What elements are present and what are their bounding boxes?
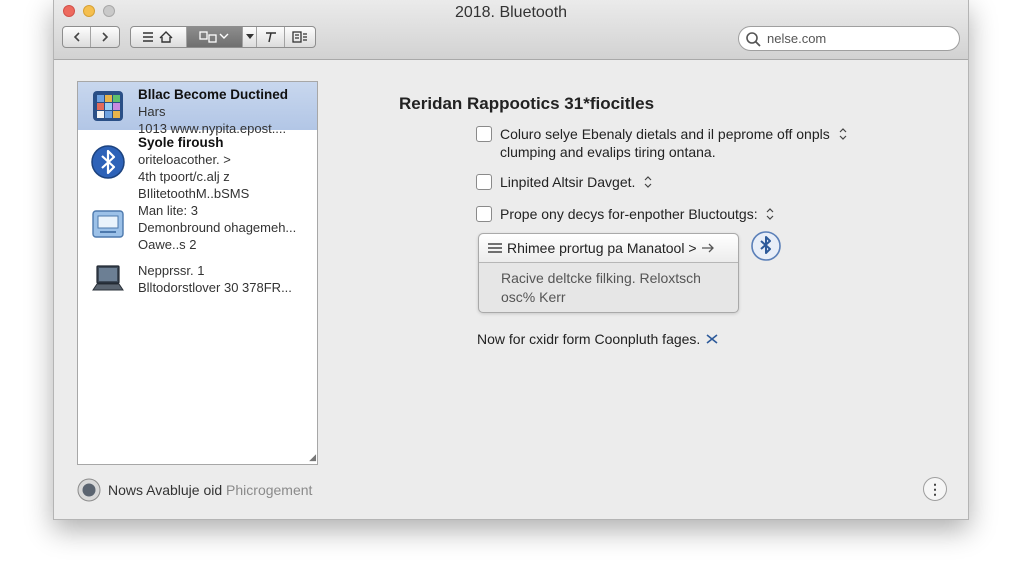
close-x-icon[interactable] — [704, 333, 720, 345]
option-3-checkbox[interactable] — [476, 206, 492, 222]
ellipsis-icon: ⋮ — [928, 480, 942, 497]
sidebar-item-app[interactable]: Bllac Become Ductined Hars 1013 www.nypi… — [78, 82, 317, 136]
option-1-text-line2: clumping and evalips tiring ontana. — [500, 144, 716, 160]
sidebar-item-laptop[interactable]: Nepprssr. 1 Blltodorstlover 30 378FR... — [78, 258, 317, 318]
more-options-button[interactable]: ⋮ — [923, 477, 947, 501]
option-row-3: Prope ony decys for-enpother Bluctoutgs: — [476, 205, 775, 223]
sidebar-item-subtitle: Demonbround ohagemeh... — [138, 220, 297, 235]
view-segmented-control — [130, 26, 316, 48]
search-field[interactable] — [738, 26, 960, 51]
footer-note: Now for cxidr form Coonpluth fages. — [477, 331, 720, 347]
sidebar-item-subtitle: Hars — [138, 104, 166, 119]
device-info-button[interactable] — [285, 27, 315, 47]
dropdown-selected-value: Rhimee prortug pa Manatool > — [507, 240, 697, 256]
status-text: Nows Avabluje oid Phicrogement — [108, 482, 312, 498]
list-home-icon — [142, 31, 172, 43]
option-1-label: Coluro selye Ebenaly dietals and il pepr… — [500, 125, 848, 161]
dropdown-body: Racive deltcke filking. Reloxtsch osc% K… — [479, 263, 738, 307]
sidebar-item-bluetooth[interactable]: Syole firoush oriteloacother. > 4th tpoo… — [78, 130, 317, 202]
option-row-1: Coluro selye Ebenaly dietals and il pepr… — [476, 125, 848, 161]
edit-button[interactable] — [257, 27, 285, 47]
sidebar-item-subtitle: oriteloacother. > — [138, 152, 231, 167]
connections-icon — [198, 31, 228, 43]
title-bar: 2018. Bluetooth — [54, 0, 968, 60]
sidebar-item-detail: 4th tpoort/c.alj z — [138, 169, 230, 184]
forward-button[interactable] — [91, 27, 119, 47]
bluetooth-icon — [91, 145, 125, 179]
search-icon — [746, 31, 761, 47]
search-input[interactable] — [765, 30, 949, 47]
pencil-icon — [265, 32, 276, 43]
section-heading: Reridan Rappootics 31*fiocitles — [399, 94, 655, 113]
menu-lines-icon — [488, 243, 502, 253]
dropdown-body-line: osc% Kerr — [501, 289, 566, 305]
device-sidebar: Bllac Become Ductined Hars 1013 www.nypi… — [77, 81, 318, 465]
status-indicator-icon — [77, 478, 101, 502]
sidebar-item-title: Nepprssr. 1 — [138, 263, 205, 278]
network-drive-icon — [92, 210, 124, 238]
chevron-left-icon — [73, 32, 80, 42]
status-sublabel: Phicrogement — [226, 482, 313, 498]
sidebar-item-title: Syole firoush — [138, 135, 224, 150]
list-home-button[interactable] — [131, 27, 187, 47]
stepper-icon[interactable] — [765, 207, 775, 221]
option-1-text: Coluro selye Ebenaly dietals and il pepr… — [500, 126, 830, 142]
option-3-text: Prope ony decys for-enpother Bluctoutgs: — [500, 206, 758, 222]
option-3-label: Prope ony decys for-enpother Bluctoutgs: — [500, 205, 775, 223]
window-title: 2018. Bluetooth — [454, 4, 568, 21]
option-2-checkbox[interactable] — [476, 174, 492, 190]
connections-view-button[interactable] — [187, 27, 243, 47]
nav-segmented-control — [62, 26, 120, 48]
sidebar-item-subtitle: Blltodorstlover 30 378FR... — [138, 280, 292, 295]
resize-grip-icon[interactable]: ◢ — [309, 452, 316, 463]
chevron-right-icon — [102, 32, 109, 42]
dropdown-triangle-icon — [245, 34, 254, 39]
arrow-right-icon — [701, 243, 714, 253]
manatool-dropdown[interactable]: Rhimee prortug pa Manatool > Racive delt… — [478, 233, 739, 313]
app-window: 2018. Bluetooth nelse.com Bllac Become D… — [53, 0, 969, 520]
sidebar-item-text: Nepprssr. 1 Blltodorstlover 30 378FR... — [138, 262, 292, 296]
sidebar-item-text: Man lite: 3 Demonbround ohagemeh... Oawe… — [138, 202, 296, 253]
sidebar-item-text: Syole firoush oriteloacother. > 4th tpoo… — [138, 134, 249, 202]
back-button[interactable] — [63, 27, 91, 47]
laptop-icon — [92, 265, 124, 291]
stepper-icon[interactable] — [643, 175, 653, 189]
sidebar-item-detail: Oawe..s 2 — [138, 237, 197, 252]
option-2-label: Linpited Altsir Davget. — [500, 173, 653, 191]
dropdown-body-line: Racive deltcke filking. Reloxtsch — [501, 270, 701, 286]
sidebar-item-network-drive[interactable]: Man lite: 3 Demonbround ohagemeh... Oawe… — [78, 200, 317, 258]
bluetooth-pair-button[interactable] — [750, 231, 782, 261]
stepper-icon[interactable] — [838, 127, 848, 141]
sidebar-item-title: Man lite: 3 — [138, 203, 198, 218]
view-menu-button[interactable] — [243, 27, 257, 47]
dropdown-header[interactable]: Rhimee prortug pa Manatool > — [479, 234, 738, 263]
footer-note-text: Now for cxidr form Coonpluth fages. — [477, 331, 701, 347]
status-label: Nows Avabluje oid — [108, 482, 223, 498]
app-grid-icon — [93, 91, 123, 121]
sidebar-item-title: Bllac Become Ductined — [138, 87, 289, 102]
option-row-2: Linpited Altsir Davget. — [476, 173, 653, 191]
device-info-icon — [292, 31, 307, 43]
option-1-checkbox[interactable] — [476, 126, 492, 142]
option-2-text: Linpited Altsir Davget. — [500, 174, 636, 190]
